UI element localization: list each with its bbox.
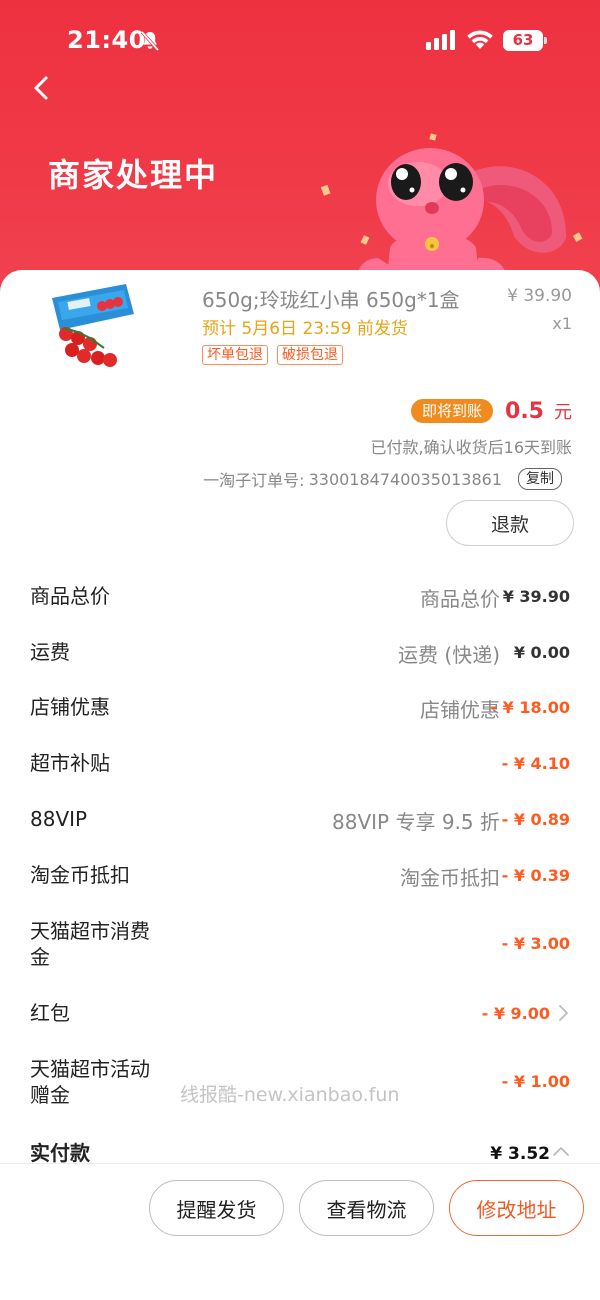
price-row-label: 店铺优惠 <box>30 695 110 719</box>
payout-badge: 即将到账 <box>411 399 494 423</box>
price-row-amount: ¥ 3.52 <box>490 1144 550 1163</box>
payout-unit: 元 <box>554 402 572 423</box>
chevron-right-icon[interactable] <box>556 1004 570 1022</box>
service-tags: 坏单包退 破损包退 <box>202 345 343 365</box>
status-bar: 21:40 63 <box>0 0 600 80</box>
product-quantity: x1 <box>552 314 572 333</box>
price-row-label: 天猫超市消费 金 <box>30 919 150 969</box>
price-row-note: 商品总价 <box>420 587 500 611</box>
back-arrow-icon[interactable] <box>28 74 56 102</box>
product-price: ¥ 39.90 <box>507 286 572 306</box>
page-title: 商家处理中 <box>48 156 219 194</box>
copy-order-number-button[interactable]: 复制 <box>518 468 562 490</box>
price-row-amount: - ¥ 0.89 <box>501 810 570 829</box>
order-status-header: 21:40 63 商家处理中 <box>0 0 600 300</box>
service-tag: 破损包退 <box>277 345 343 365</box>
order-number-label: 一淘子订单号: <box>203 471 305 490</box>
view-logistics-button[interactable]: 查看物流 <box>299 1180 434 1236</box>
watermark-text: 线报酷-new.xianbao.fun <box>180 1084 400 1106</box>
tomato-product-image[interactable] <box>44 284 134 374</box>
service-tag: 坏单包退 <box>202 345 268 365</box>
price-row-amount: ¥ 0.00 <box>513 643 570 662</box>
battery-level: 63 <box>512 31 534 49</box>
price-row-amount: - ¥ 4.10 <box>501 754 570 773</box>
price-row-label: 88VIP <box>30 807 88 831</box>
order-detail-card: 650g;玲珑红小串 650g*1盒 ¥ 39.90 x1 预计 5月6日 23… <box>0 270 600 1163</box>
bottom-action-bar: 提醒发货 查看物流 修改地址 <box>0 1163 600 1300</box>
modify-address-button[interactable]: 修改地址 <box>449 1180 584 1236</box>
price-row-note: 店铺优惠 <box>420 698 500 722</box>
price-row-label: 实付款 <box>30 1141 90 1163</box>
remind-shipping-button[interactable]: 提醒发货 <box>149 1180 284 1236</box>
price-row-amount: - ¥ 1.00 <box>501 1072 570 1091</box>
price-row-label: 超市补贴 <box>30 751 110 775</box>
price-row-amount: - ¥ 18.00 <box>490 698 570 717</box>
price-row-note: 淘金币抵扣 <box>400 866 500 890</box>
price-row-label: 运费 <box>30 640 70 664</box>
price-row-label: 商品总价 <box>30 584 110 608</box>
price-row-amount: ¥ 39.90 <box>502 587 570 606</box>
shipping-estimate: 预计 5月6日 23:59 前发货 <box>202 319 408 339</box>
order-number: 3300184740035013861 <box>308 469 502 489</box>
chevron-up-icon[interactable] <box>552 1144 570 1158</box>
price-row-amount: - ¥ 0.39 <box>501 866 570 885</box>
product-name[interactable]: 650g;玲珑红小串 650g*1盒 <box>202 284 460 313</box>
battery-icon: 63 <box>503 30 547 51</box>
price-row-note: 运费 (快递) <box>398 643 500 667</box>
order-number-row: 一淘子订单号: 3300184740035013861 复制 <box>203 467 562 491</box>
status-time: 21:40 <box>67 26 146 54</box>
bell-muted-icon <box>140 30 160 52</box>
payout-summary: 即将到账 0.5 元 <box>411 398 572 424</box>
price-row-label: 红包 <box>30 1001 70 1025</box>
refund-button[interactable]: 退款 <box>446 500 574 546</box>
cellular-signal-icon <box>426 30 455 50</box>
payout-amount: 0.5 <box>505 398 544 424</box>
wifi-icon <box>467 30 493 49</box>
price-row-note: 88VIP 专享 9.5 折 <box>332 810 500 834</box>
payout-note: 已付款,确认收货后16天到账 <box>370 438 572 457</box>
price-row-amount: - ¥ 3.00 <box>501 934 570 953</box>
price-row-label: 天猫超市活动 赠金 <box>30 1057 150 1107</box>
price-row-amount: - ¥ 9.00 <box>481 1004 550 1023</box>
price-row-label: 淘金币抵扣 <box>30 863 130 887</box>
